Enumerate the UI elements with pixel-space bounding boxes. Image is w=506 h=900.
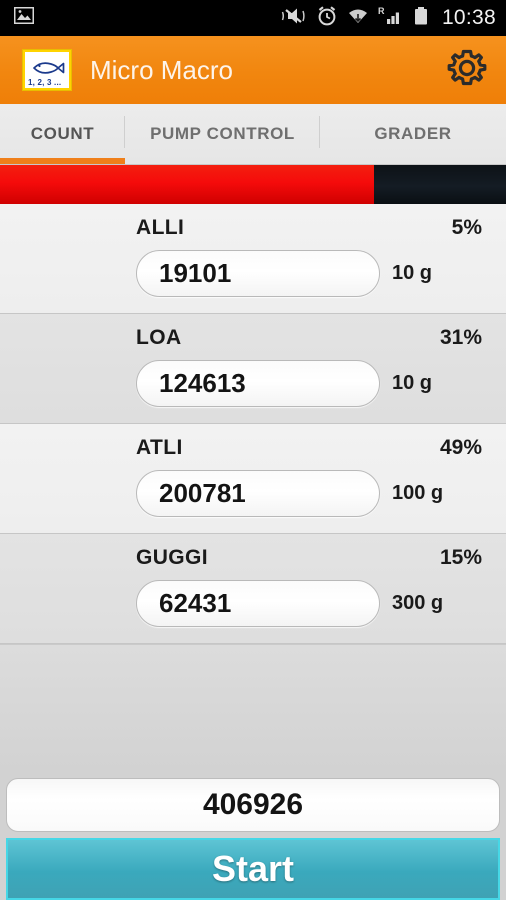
app-screen: R 10:38 1, 2, 3 ... Micro Macro COUNT PU… [0,0,506,900]
row-header: ALLI 5% [22,216,484,240]
row-percentage: 15% [439,546,482,569]
alarm-icon [316,5,338,32]
table-row: ATLI 49% 200781 100 g [0,424,506,534]
table-row: GUGGI 15% 62431 300 g [0,534,506,644]
count-input[interactable]: 200781 [136,470,380,517]
row-weight: 300 g [392,592,444,614]
row-body: 19101 10 g [22,250,484,297]
row-weight: 10 g [392,372,433,394]
tab-bar: COUNT PUMP CONTROL GRADER [0,104,506,164]
footer: 406926 Start [0,772,506,900]
table-row: LOA 31% 124613 10 g [0,314,506,424]
row-weight: 10 g [392,262,433,284]
mute-vibrate-icon [281,5,307,32]
tab-count-label: COUNT [30,124,95,143]
list-empty-area [0,644,506,772]
app-logo-caption: 1, 2, 3 ... [28,78,62,87]
wifi-icon [347,6,369,31]
app-logo-inner: 1, 2, 3 ... [25,52,69,88]
tab-grader-label: GRADER [374,124,452,143]
settings-button[interactable] [444,47,490,93]
app-title: Micro Macro [90,54,234,85]
status-bar: R 10:38 [0,0,506,36]
total-count-field[interactable]: 406926 [6,778,500,832]
app-logo: 1, 2, 3 ... [22,49,72,91]
row-percentage: 31% [439,326,482,349]
gear-icon [445,46,489,95]
table-row: ALLI 5% 19101 10 g [0,204,506,314]
row-header: GUGGI 15% [22,546,484,570]
app-bar: 1, 2, 3 ... Micro Macro [0,36,506,104]
count-input[interactable]: 124613 [136,360,380,407]
tab-grader[interactable]: GRADER [320,104,506,164]
row-header: ATLI 49% [22,436,484,460]
tab-pump-control[interactable]: PUMP CONTROL [125,104,320,164]
row-name: ALLI [136,216,185,239]
row-name: ATLI [136,436,183,459]
roaming-signal-icon: R [378,5,404,32]
row-body: 62431 300 g [22,580,484,627]
count-input[interactable]: 62431 [136,580,380,627]
tab-active-indicator [0,158,125,164]
row-weight: 100 g [392,482,444,504]
image-icon [13,6,35,29]
status-bar-left [13,6,35,29]
row-percentage: 5% [451,216,482,239]
row-header: LOA 31% [22,326,484,350]
svg-text:R: R [378,6,385,16]
progress-bar-fill [0,165,375,204]
row-name: GUGGI [136,546,209,569]
species-list: ALLI 5% 19101 10 g LOA 31% 124613 10 g A… [0,204,506,772]
tab-pump-control-label: PUMP CONTROL [150,124,295,143]
row-name: LOA [136,326,182,349]
row-body: 124613 10 g [22,360,484,407]
progress-bar-track [374,165,506,204]
status-time: 10:38 [441,6,496,29]
start-button[interactable]: Start [6,838,500,900]
tab-count[interactable]: COUNT [0,104,125,164]
status-bar-right: R 10:38 [281,5,496,32]
count-input[interactable]: 19101 [136,250,380,297]
row-percentage: 49% [439,436,482,459]
progress-bar [0,164,506,204]
row-body: 200781 100 g [22,470,484,517]
battery-icon [413,5,429,32]
